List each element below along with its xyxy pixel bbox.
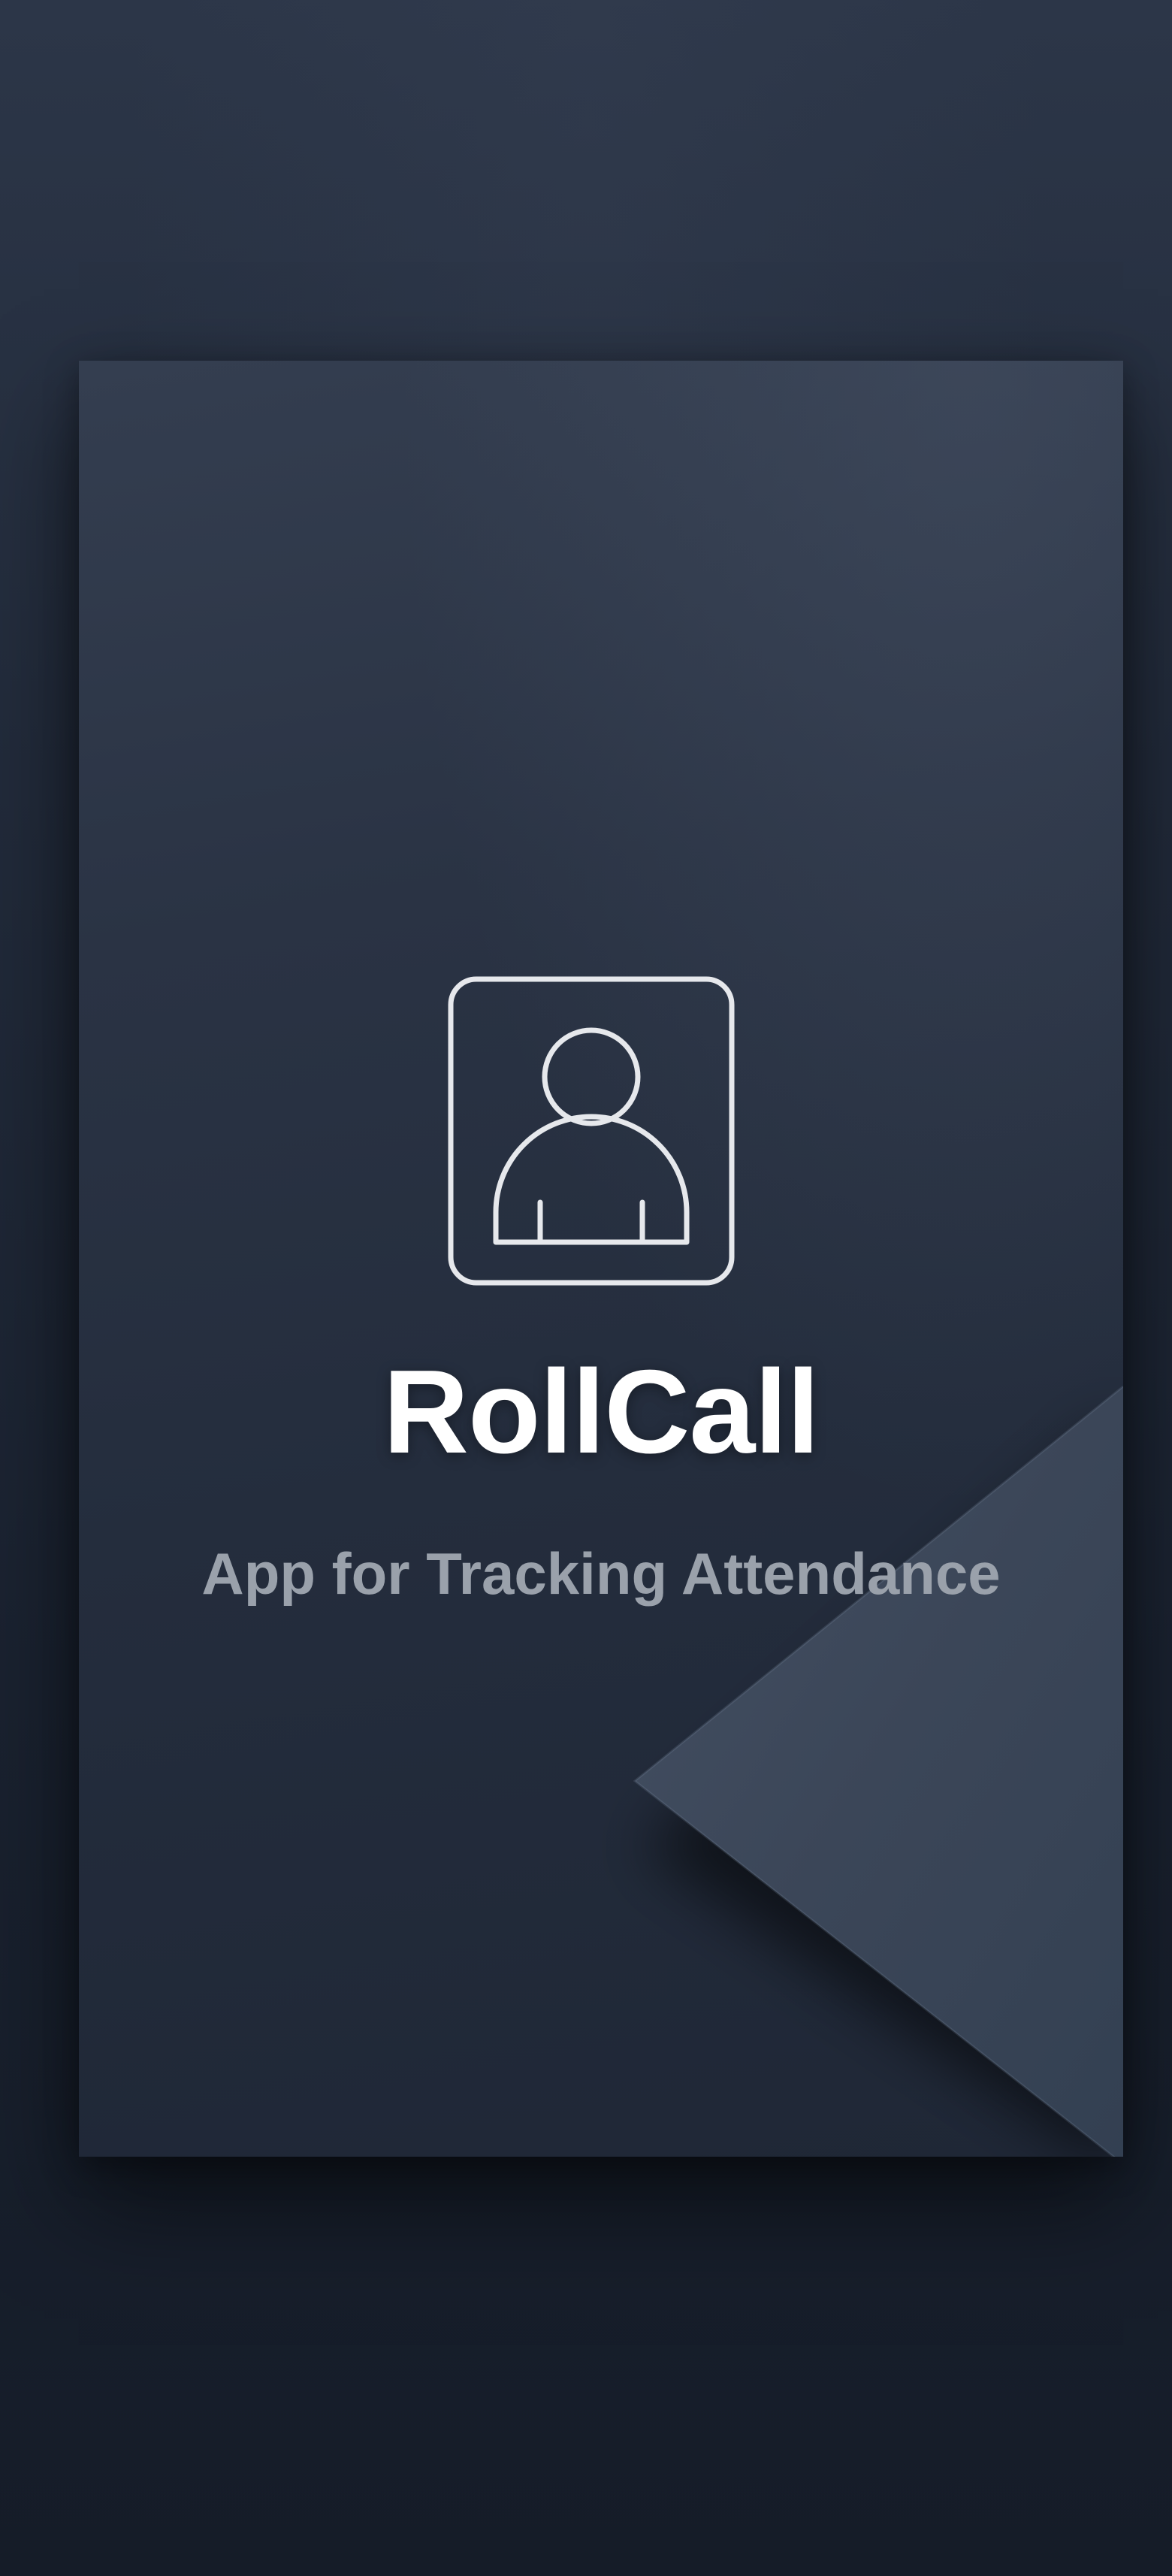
splash-card: RollCall App for Tracking Attendance (79, 361, 1123, 2157)
app-tagline: App for Tracking Attendance (201, 1540, 1001, 1607)
fold-triangle (635, 1386, 1123, 2157)
app-title: RollCall (382, 1346, 820, 1478)
user-badge-icon (448, 976, 735, 1286)
